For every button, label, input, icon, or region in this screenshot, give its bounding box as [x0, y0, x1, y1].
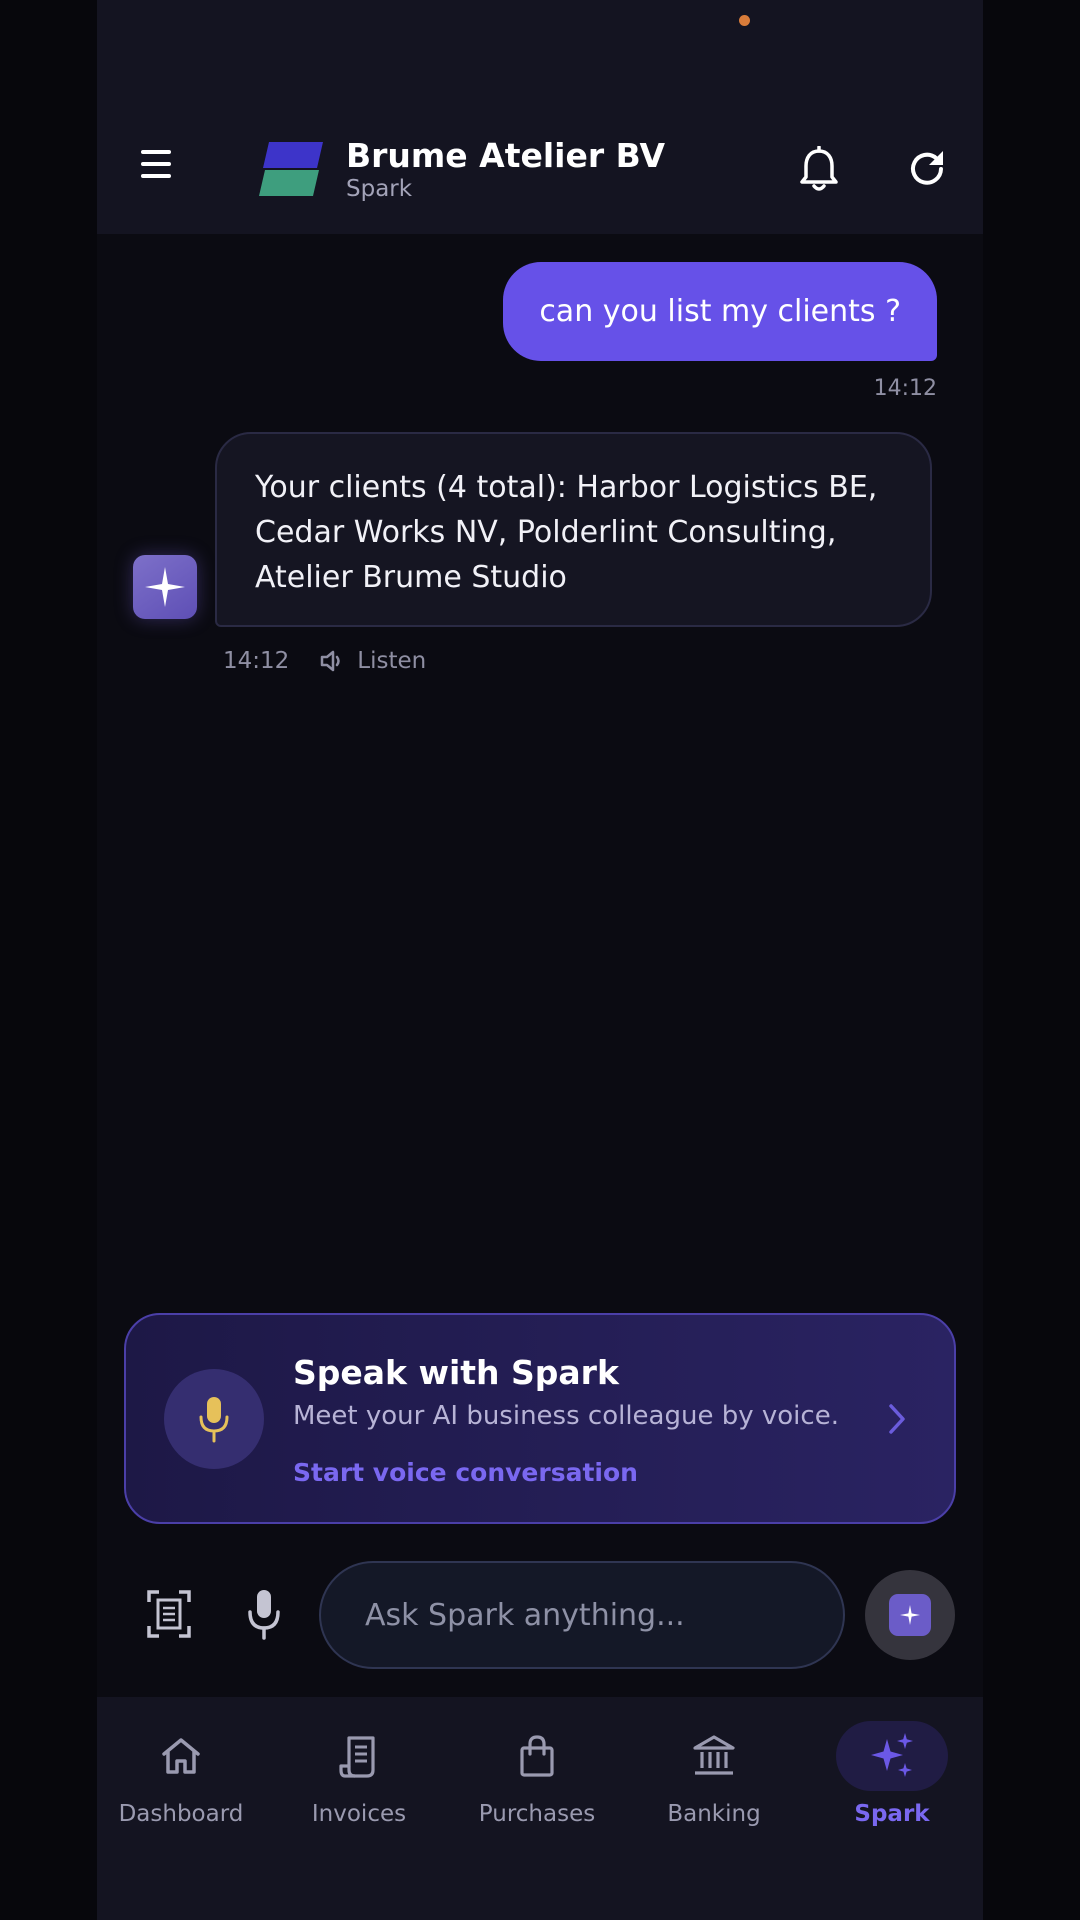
voice-mic-badge — [164, 1369, 264, 1469]
composer — [97, 1560, 983, 1670]
listen-button[interactable]: Listen — [319, 648, 426, 674]
bank-icon — [658, 1721, 770, 1791]
microphone-icon — [199, 1397, 229, 1443]
nav-label-purchases: Purchases — [478, 1801, 596, 1827]
chat-thread: can you list my clients ? 14:12 Your cli… — [97, 234, 983, 1294]
shopping-bag-icon — [481, 1721, 593, 1791]
ask-spark-input[interactable] — [319, 1561, 845, 1669]
sparkles-icon — [836, 1721, 948, 1791]
speaker-icon — [321, 650, 341, 672]
home-icon — [125, 1721, 237, 1791]
assistant-message-meta: 14:12 Listen — [223, 648, 426, 674]
nav-item-invoices[interactable]: Invoices — [284, 1721, 434, 1831]
send-button-inner — [889, 1594, 931, 1636]
voice-card-description: Meet your AI business colleague by voice… — [293, 1401, 839, 1431]
page-subtitle: Spark — [346, 176, 413, 202]
camera-indicator — [739, 15, 750, 26]
menu-button[interactable] — [141, 146, 173, 182]
receipt-icon — [303, 1721, 415, 1791]
refresh-icon[interactable] — [905, 147, 949, 191]
sparkle-icon — [145, 567, 185, 607]
app-screen: Brume Atelier BV Spark can you list my c… — [97, 0, 983, 1920]
nav-label-invoices: Invoices — [311, 1801, 407, 1827]
start-voice-conversation-link[interactable]: Start voice conversation — [293, 1458, 638, 1487]
listen-label: Listen — [357, 648, 427, 674]
nav-label-spark: Spark — [854, 1801, 930, 1827]
company-logo — [259, 142, 323, 196]
nav-item-spark[interactable]: Spark — [817, 1721, 967, 1831]
voice-card-title: Speak with Spark — [293, 1353, 619, 1392]
nav-item-banking[interactable]: Banking — [639, 1721, 789, 1831]
sparkle-icon — [900, 1605, 920, 1625]
bottom-navigation: Dashboard Invoices Purchases Banking Spa… — [97, 1697, 983, 1920]
assistant-message: Your clients (4 total): Harbor Logistics… — [215, 432, 932, 627]
bell-icon[interactable] — [797, 146, 841, 194]
nav-label-dashboard: Dashboard — [118, 1801, 244, 1827]
microphone-icon[interactable] — [247, 1588, 281, 1640]
spark-avatar — [133, 555, 197, 619]
chevron-right-icon — [889, 1404, 905, 1434]
status-bar — [97, 0, 983, 96]
voice-conversation-card[interactable]: Speak with Spark Meet your AI business c… — [124, 1313, 956, 1524]
document-scan-icon[interactable] — [147, 1590, 191, 1638]
nav-item-purchases[interactable]: Purchases — [462, 1721, 612, 1831]
user-message-time: 14:12 — [873, 376, 937, 401]
nav-label-banking: Banking — [667, 1801, 761, 1827]
app-header: Brume Atelier BV Spark — [97, 96, 983, 234]
company-name: Brume Atelier BV — [346, 136, 665, 175]
nav-item-dashboard[interactable]: Dashboard — [106, 1721, 256, 1831]
send-button[interactable] — [865, 1570, 955, 1660]
user-message: can you list my clients ? — [503, 262, 937, 361]
assistant-message-time: 14:12 — [223, 648, 290, 674]
